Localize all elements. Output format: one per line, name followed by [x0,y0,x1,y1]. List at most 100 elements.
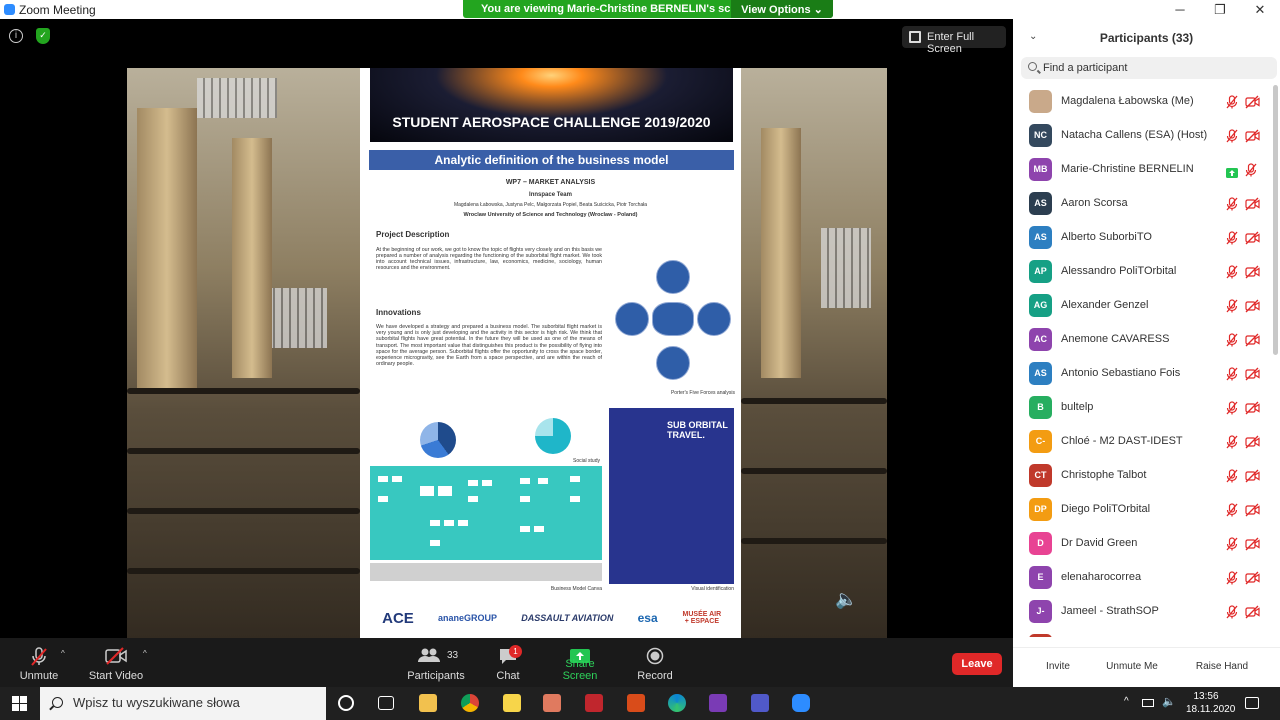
participant-row[interactable]: DP Diego PoliTOrbital [1013,493,1273,527]
invite-button[interactable]: Invite [1043,657,1073,677]
battery-icon[interactable] [1142,699,1154,707]
maximize-button[interactable]: ❐ [1200,0,1240,19]
participant-row[interactable]: J- Jameel - StrathSOP [1013,595,1273,629]
social-study-pie [420,422,456,458]
file-explorer-icon[interactable] [419,694,437,712]
participant-row[interactable]: CT Christophe Talbot [1013,459,1273,493]
windows-start-button[interactable] [12,696,27,711]
railing [127,388,360,394]
video-off-icon [1245,537,1260,551]
chrome-icon[interactable] [461,694,479,712]
poster-university: Wroclaw University of Science and Techno… [463,212,638,218]
app-icon[interactable] [627,694,645,712]
participant-row[interactable]: AS Alberto SuborbiTO [1013,221,1273,255]
window-title: Zoom Meeting [19,3,96,17]
mic-muted-icon [1226,197,1238,211]
mic-muted-icon [1226,129,1238,143]
raise-hand-button[interactable]: Raise Hand [1191,657,1253,677]
app-icon[interactable] [585,694,603,712]
windows-search-input[interactable] [73,695,313,710]
porter-circle [697,302,731,336]
visual-identification-panel: SUB ORBITAL TRAVEL. [609,408,734,584]
notifications-icon[interactable] [1245,697,1259,709]
zoom-app-icon [4,4,15,15]
app-icon[interactable] [543,694,561,712]
teams-icon[interactable] [751,694,769,712]
participant-row[interactable]: Bbultelp [1013,391,1273,425]
participant-row[interactable] [1013,629,1273,637]
participants-scrollbar[interactable] [1273,85,1278,355]
participant-name: Anemone CAVARESS [1061,333,1170,345]
volume-icon[interactable]: 🔈 [1162,695,1176,708]
window-titlebar: Zoom Meeting You are viewing Marie-Chris… [0,0,1280,19]
business-model-canvas-caption: Business Model Canva [550,586,602,592]
video-off-icon [1245,401,1260,415]
participants-header: ⌄ Participants (33) [1013,19,1280,57]
onenote-icon[interactable] [709,694,727,712]
view-options-button[interactable]: View Options ⌄ [731,0,833,18]
participant-row[interactable]: AS Aaron Scorsa [1013,187,1273,221]
chat-button[interactable]: Chat [488,638,528,687]
avatar: CT [1029,464,1052,487]
participant-row[interactable]: Magdalena Łabowska (Me) [1013,85,1273,119]
business-model-canvas-footer [370,563,602,581]
participant-row[interactable]: C- Chloé - M2 DAST-IDEST [1013,425,1273,459]
sponsor-logo: esa [637,611,658,625]
record-button[interactable]: Record [634,638,676,687]
mic-muted-icon [1226,265,1238,279]
unmute-button[interactable]: Unmute [14,638,64,687]
window-controls: ─ ❐ ✕ [1160,0,1280,19]
participant-name: Antonio Sebastiano Fois [1061,367,1181,379]
participant-name: Marie-Christine BERNELIN [1061,163,1194,175]
encryption-shield-icon[interactable]: ✓ [36,28,50,44]
enter-full-screen-button[interactable]: Enter Full Screen [902,26,1006,55]
participant-row[interactable]: AP Alessandro PoliTOrbital [1013,255,1273,289]
participant-row[interactable]: MB Marie-Christine BERNELIN [1013,153,1273,187]
railing [741,538,887,544]
audio-options-caret-icon[interactable]: ^ [61,649,65,658]
participant-name: Jameel - StrathSOP [1061,605,1159,617]
participants-panel: ⌄ Participants (33) Magdalena Łabowska (… [1013,19,1280,687]
task-view-icon[interactable] [378,696,394,710]
avatar: DP [1029,498,1052,521]
info-icon[interactable]: i [9,29,23,43]
share-screen-button[interactable]: Share Screen [548,638,612,687]
participant-row[interactable]: Eelenaharocorrea [1013,561,1273,595]
participant-row[interactable]: NC Natacha Callens (ESA) (Host) [1013,119,1273,153]
poster-authors: Magdalena Łabowska, Justyna Pelc, Małgor… [453,202,648,208]
participant-row[interactable]: D Dr David Green [1013,527,1273,561]
poster-subtitle: Analytic definition of the business mode… [369,150,734,170]
video-off-icon [1245,469,1260,483]
video-options-caret-icon[interactable]: ^ [143,649,147,658]
avatar: AS [1029,362,1052,385]
edge-icon[interactable] [668,694,686,712]
participant-row[interactable]: AC Anemone CAVARESS [1013,323,1273,357]
cortana-icon[interactable] [338,695,354,711]
zoom-taskbar-icon[interactable] [792,694,810,712]
innovations-text: We have developed a strategy and prepare… [376,324,602,368]
video-off-icon [1245,231,1260,245]
participant-row[interactable]: AS Antonio Sebastiano Fois [1013,357,1273,391]
participant-name: Chloé - M2 DAST-IDEST [1061,435,1183,447]
minimize-button[interactable]: ─ [1160,0,1200,19]
leave-meeting-button[interactable]: Leave [952,653,1002,675]
sponsor-logos: ACE ananeGROUP DASSAULT AVIATION esa MUS… [370,600,734,636]
close-button[interactable]: ✕ [1240,0,1280,19]
porter-circle [615,302,649,336]
participant-search-input[interactable] [1043,57,1268,79]
participant-search [1021,57,1277,79]
mic-muted-icon [1226,231,1238,245]
participant-row[interactable]: AG Alexander Genzel [1013,289,1273,323]
participants-button[interactable]: 33 Participants [405,638,467,687]
unmute-me-button[interactable]: Unmute Me [1101,657,1163,677]
taskbar-clock[interactable]: 13:56 18.11.2020 [1186,690,1235,716]
participant-name: Natacha Callens (ESA) (Host) [1061,129,1208,141]
chat-label: Chat [496,670,520,682]
start-video-button[interactable]: Start Video [86,638,146,687]
sticky-notes-icon[interactable] [503,694,521,712]
avatar: C- [1029,430,1052,453]
participants-count: 33 [447,650,459,661]
tray-overflow-chevron-icon[interactable]: ^ [1124,696,1129,707]
participant-name: bultelp [1061,401,1094,413]
sponsor-logo: DASSAULT AVIATION [521,613,614,623]
